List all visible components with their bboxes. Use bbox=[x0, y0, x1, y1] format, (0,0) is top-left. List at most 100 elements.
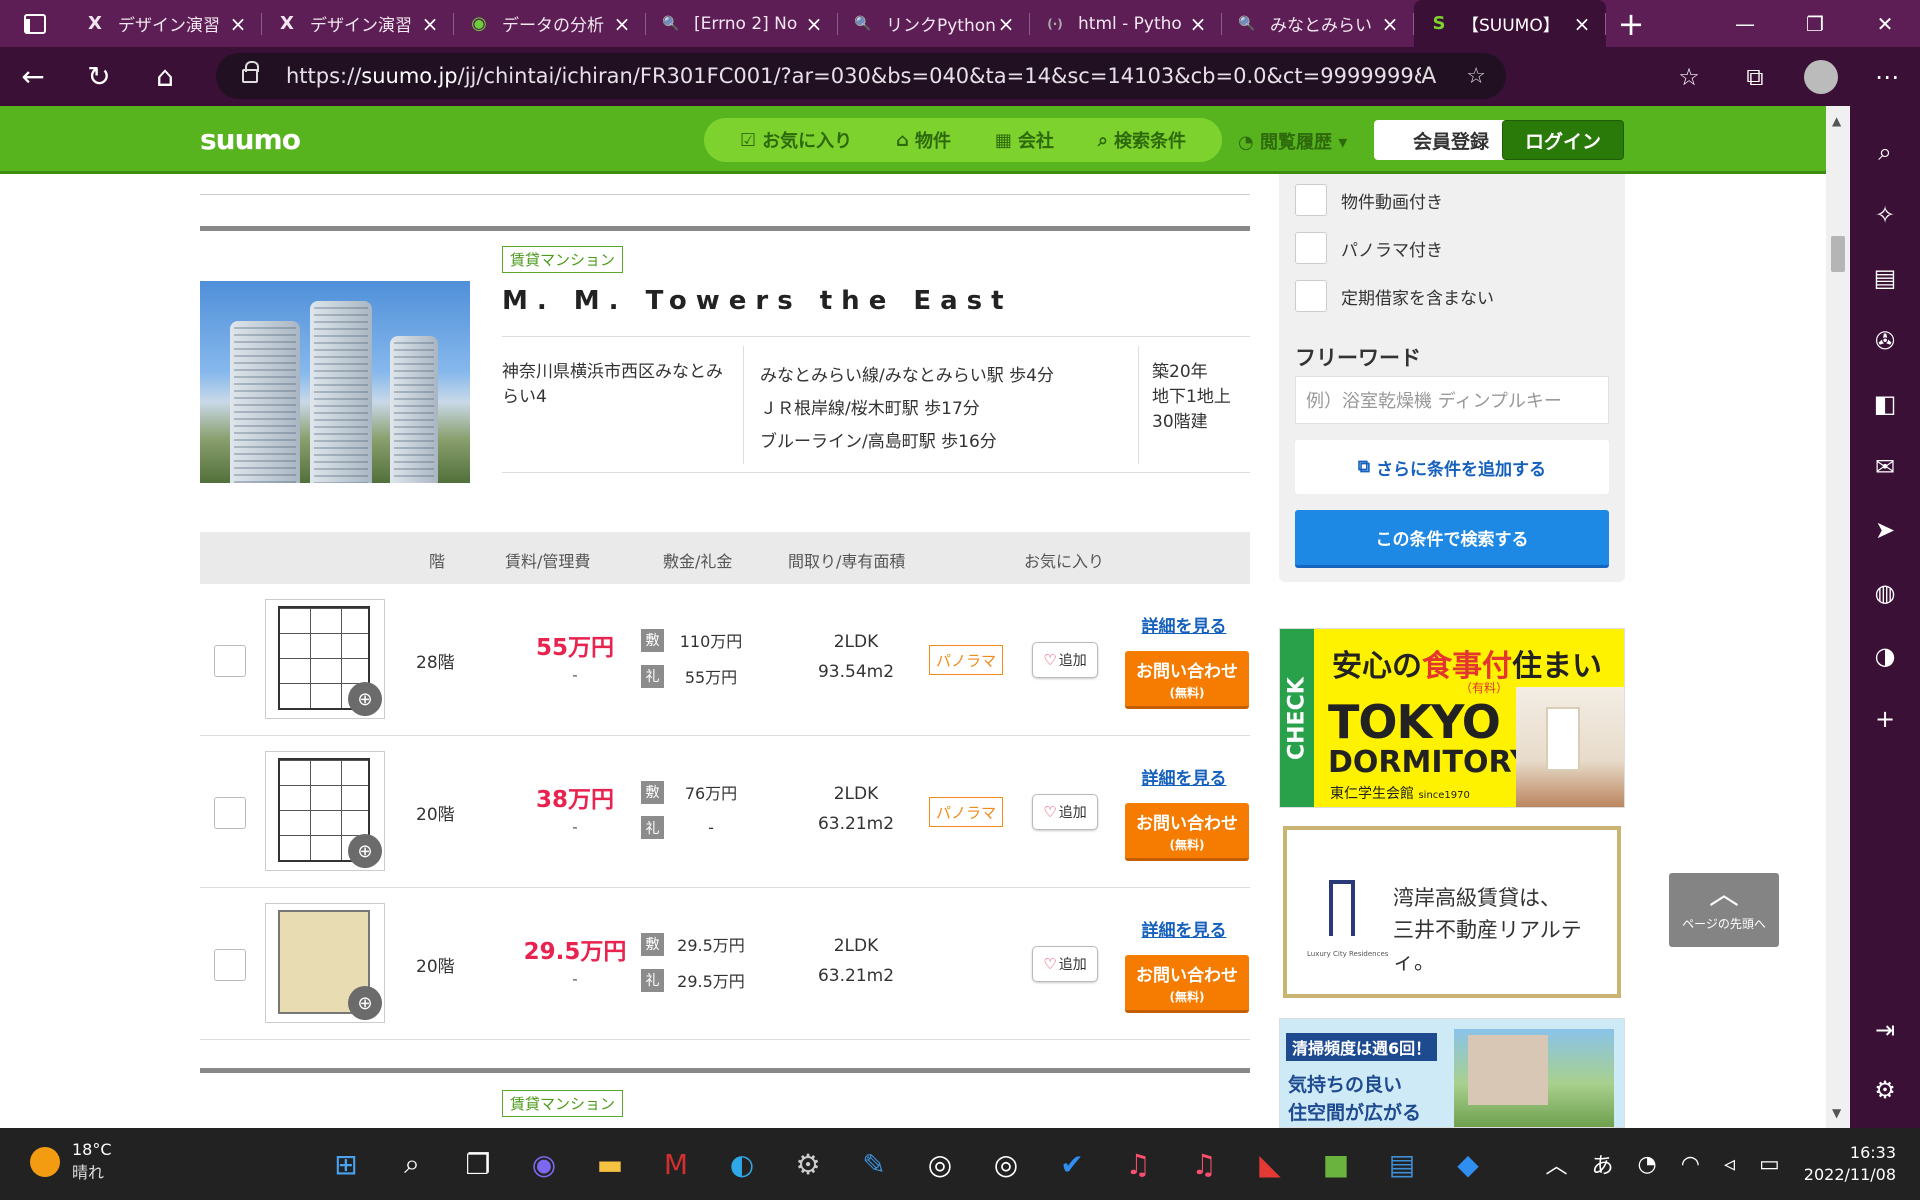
music-icon[interactable]: ♫ bbox=[1112, 1138, 1164, 1190]
add-favorite-icon[interactable]: ☆ bbox=[1466, 64, 1486, 89]
tab-3[interactable]: ◉ データの分析 × bbox=[454, 0, 646, 47]
dell-icon[interactable]: ◎ bbox=[980, 1138, 1032, 1190]
nav-property[interactable]: ⌂ 物件 bbox=[896, 127, 951, 153]
close-window-icon[interactable]: ✕ bbox=[1850, 0, 1920, 47]
suumo-logo[interactable]: suumo bbox=[200, 123, 301, 156]
todo-icon[interactable]: ✔ bbox=[1046, 1138, 1098, 1190]
file-explorer-icon[interactable]: ▬ bbox=[584, 1138, 636, 1190]
start-icon[interactable]: ⊞ bbox=[320, 1138, 372, 1190]
floorplan-image[interactable]: ⊕ bbox=[265, 751, 385, 871]
building-name[interactable]: M. M. Towers the East bbox=[502, 286, 1013, 316]
focus-icon[interactable]: ◔ bbox=[1638, 1152, 1657, 1177]
tools-icon[interactable]: ▤ bbox=[1865, 246, 1905, 309]
nav-favorites[interactable]: ☑ お気に入り bbox=[740, 127, 852, 153]
building-photo[interactable] bbox=[200, 281, 470, 483]
zoom-icon[interactable]: ⊕ bbox=[348, 834, 382, 868]
refresh-icon[interactable]: ↻ bbox=[66, 47, 132, 106]
close-icon[interactable]: × bbox=[228, 12, 248, 36]
settings-icon[interactable]: ⚙ bbox=[782, 1138, 834, 1190]
close-icon[interactable]: × bbox=[996, 12, 1016, 36]
checkbox[interactable] bbox=[1295, 280, 1327, 312]
scroll-down-icon[interactable]: ▼ bbox=[1832, 1106, 1841, 1120]
search-button[interactable]: この条件で検索する bbox=[1295, 510, 1609, 568]
add-conditions-button[interactable]: ⧉ さらに条件を追加する bbox=[1295, 440, 1609, 494]
notepad-icon[interactable]: ▤ bbox=[1376, 1138, 1428, 1190]
add-favorite-button[interactable]: ♡ 追加 bbox=[1032, 642, 1098, 678]
checkbox[interactable] bbox=[1295, 184, 1327, 216]
freeword-input[interactable]: 例）浴室乾燥機 ディンプルキー bbox=[1295, 376, 1609, 424]
read-aloud-icon[interactable]: A bbox=[1421, 64, 1436, 89]
collections-icon[interactable]: ⧉ bbox=[1722, 47, 1788, 106]
address-bar[interactable]: https://suumo.jp/jj/chintai/ichiran/FR30… bbox=[216, 53, 1506, 99]
back-icon[interactable]: ← bbox=[0, 47, 66, 106]
close-icon[interactable]: × bbox=[612, 12, 632, 36]
lock-icon[interactable] bbox=[242, 61, 259, 83]
close-icon[interactable]: × bbox=[1572, 12, 1592, 36]
filter-option-panorama[interactable]: パノラマ付き bbox=[1295, 232, 1443, 264]
nav-history[interactable]: ◔ 閲覧履歴 ▾ bbox=[1238, 128, 1347, 154]
new-tab-button[interactable]: + bbox=[1606, 0, 1656, 47]
view-details-link[interactable]: 詳細を見る bbox=[1124, 916, 1244, 941]
zoom-icon[interactable]: ⊕ bbox=[348, 986, 382, 1020]
url-text[interactable]: https://suumo.jp/jj/chintai/ichiran/FR30… bbox=[286, 64, 1421, 88]
chat-icon[interactable]: ◉ bbox=[518, 1138, 570, 1190]
games-icon[interactable]: ✇ bbox=[1865, 309, 1905, 372]
inquiry-button[interactable]: お問い合わせ (無料) bbox=[1125, 651, 1249, 709]
music-icon[interactable]: ♫ bbox=[1178, 1138, 1230, 1190]
inquiry-button[interactable]: お問い合わせ (無料) bbox=[1125, 955, 1249, 1013]
spotify-icon[interactable]: ◍ bbox=[1865, 561, 1905, 624]
nav-search-conditions[interactable]: ⌕ 検索条件 bbox=[1098, 127, 1186, 153]
add-icon[interactable]: + bbox=[1865, 687, 1905, 750]
ad-cleaning[interactable]: 清掃頻度は週6回！ 気持ちの良い 住空間が広がる bbox=[1279, 1018, 1625, 1128]
minimize-icon[interactable]: — bbox=[1710, 0, 1780, 47]
ime-indicator[interactable]: あ bbox=[1592, 1148, 1614, 1180]
page-scrollbar[interactable]: ▲ ▼ bbox=[1826, 106, 1850, 1128]
tab-actions-button[interactable] bbox=[0, 0, 70, 47]
task-view-icon[interactable]: ❐ bbox=[452, 1138, 504, 1190]
profile-avatar[interactable] bbox=[1804, 59, 1838, 94]
battery-icon[interactable]: ▭ bbox=[1759, 1152, 1780, 1177]
wifi-icon[interactable]: ◠ bbox=[1681, 1152, 1700, 1177]
clock[interactable]: 16:33 2022/11/08 bbox=[1804, 1142, 1896, 1186]
dell-icon[interactable]: ◎ bbox=[914, 1138, 966, 1190]
tab-1[interactable]: X デザイン演習 × bbox=[70, 0, 262, 47]
view-details-link[interactable]: 詳細を見る bbox=[1124, 612, 1244, 637]
mcafee-icon[interactable]: M bbox=[650, 1138, 702, 1190]
tab-2[interactable]: X デザイン演習 × bbox=[262, 0, 454, 47]
nav-company[interactable]: ▦ 会社 bbox=[995, 127, 1054, 153]
outlook-icon[interactable]: ✉ bbox=[1865, 435, 1905, 498]
select-checkbox[interactable] bbox=[214, 949, 246, 981]
settings-icon[interactable]: ⚙ bbox=[1865, 1060, 1905, 1120]
tab-4[interactable]: 🔍 [Errno 2] No × bbox=[646, 0, 838, 47]
add-favorite-button[interactable]: ♡ 追加 bbox=[1032, 946, 1098, 982]
home-icon[interactable]: ⌂ bbox=[132, 47, 198, 106]
close-icon[interactable]: × bbox=[1188, 12, 1208, 36]
view-details-link[interactable]: 詳細を見る bbox=[1124, 764, 1244, 789]
tab-8-active[interactable]: S 【SUUMO】 × bbox=[1414, 0, 1606, 47]
filter-option-video[interactable]: 物件動画付き bbox=[1295, 184, 1443, 216]
chevron-up-icon[interactable]: ︿ bbox=[1546, 1148, 1568, 1180]
close-icon[interactable]: × bbox=[804, 12, 824, 36]
favorites-icon[interactable]: ☆ bbox=[1656, 47, 1722, 106]
close-icon[interactable]: × bbox=[1380, 12, 1400, 36]
select-checkbox[interactable] bbox=[214, 645, 246, 677]
zoom-icon[interactable]: ⊕ bbox=[348, 682, 382, 716]
tab-5[interactable]: 🔍 リンクPython × bbox=[838, 0, 1030, 47]
ad-mitsui[interactable]: Luxury City Residences 湾岸高級賃貸は、 三井不動産リアルテ… bbox=[1283, 826, 1621, 998]
edge-icon[interactable]: ◐ bbox=[716, 1138, 768, 1190]
weather-widget[interactable]: 18°C 晴れ bbox=[30, 1140, 112, 1183]
floorplan-image[interactable]: ⊕ bbox=[265, 599, 385, 719]
send-icon[interactable]: ➤ bbox=[1865, 498, 1905, 561]
panorama-badge[interactable]: パノラマ bbox=[929, 797, 1003, 827]
acrobat-icon[interactable]: ◣ bbox=[1244, 1138, 1296, 1190]
close-icon[interactable]: × bbox=[420, 12, 440, 36]
app-icon[interactable]: ◑ bbox=[1865, 624, 1905, 687]
volume-muted-icon[interactable]: ◃ bbox=[1724, 1152, 1735, 1177]
tab-7[interactable]: 🔍 みなとみらい × bbox=[1222, 0, 1414, 47]
login-button[interactable]: ログイン bbox=[1502, 120, 1624, 160]
floorplan-image[interactable]: ⊕ bbox=[265, 903, 385, 1023]
scroll-up-icon[interactable]: ▲ bbox=[1832, 114, 1841, 128]
panorama-badge[interactable]: パノラマ bbox=[929, 645, 1003, 675]
back-to-top-button[interactable]: ︿ ページの先頭へ bbox=[1669, 873, 1779, 947]
office-icon[interactable]: ◧ bbox=[1865, 372, 1905, 435]
